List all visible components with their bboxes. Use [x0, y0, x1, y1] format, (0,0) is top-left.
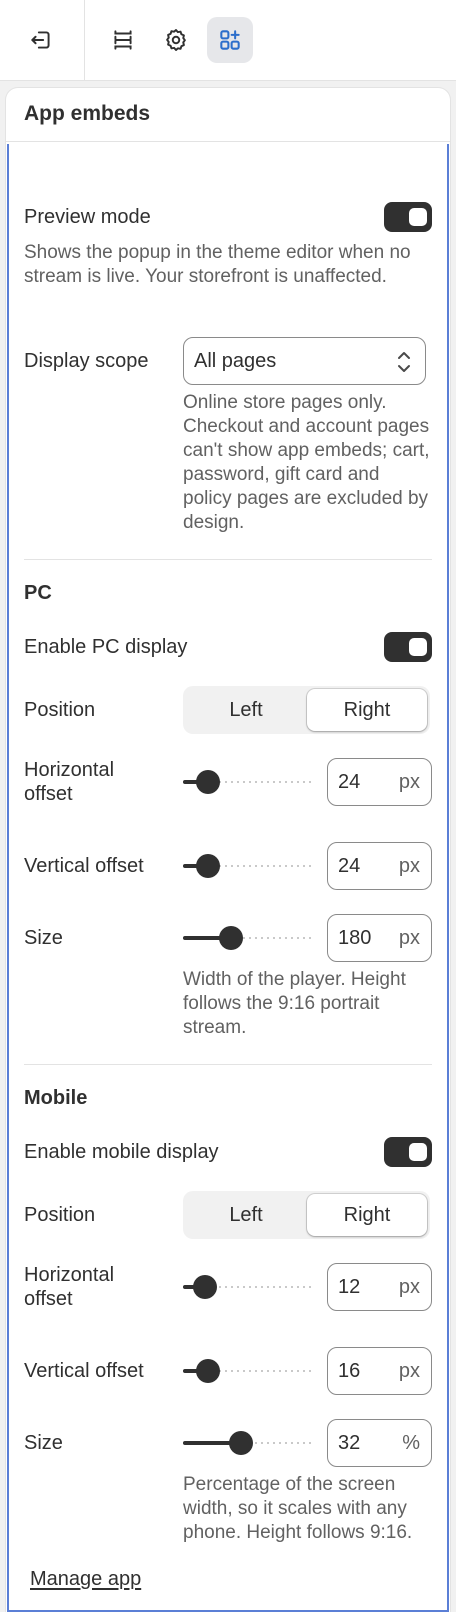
mobile-size-help: Percentage of the screen width, so it sc…	[183, 1474, 413, 1543]
display-scope-select[interactable]: All pages	[183, 337, 426, 385]
exit-icon	[31, 31, 50, 49]
mobile-v-offset-value: 16	[338, 1360, 361, 1382]
pc-position-control: Left Right	[183, 686, 430, 734]
sections-button[interactable]	[100, 17, 146, 63]
app-embeds-icon	[220, 30, 240, 50]
pc-enable-label: Enable PC display	[24, 636, 188, 658]
pc-size-unit: px	[398, 927, 420, 949]
preview-mode-label: Preview mode	[24, 206, 151, 228]
mobile-h-offset-input[interactable]: 12 px	[327, 1263, 432, 1311]
mobile-h-offset-slider[interactable]	[183, 1274, 315, 1300]
slider-knob[interactable]	[229, 1431, 254, 1455]
mobile-position-right[interactable]: Right	[307, 1194, 427, 1236]
section-divider	[24, 559, 432, 560]
mobile-enable-label: Enable mobile display	[24, 1141, 219, 1163]
sections-icon	[114, 30, 132, 50]
pc-v-offset-value: 24	[338, 855, 361, 877]
pc-size-input[interactable]: 180 px	[327, 914, 432, 962]
mobile-size-label: Size	[24, 1432, 63, 1454]
pc-h-offset-value: 24	[338, 771, 361, 793]
mobile-size-value: 32	[338, 1432, 361, 1454]
panel-header: App embeds	[6, 88, 450, 142]
mobile-heading: Mobile	[24, 1087, 88, 1109]
pc-h-offset-input[interactable]: 24 px	[327, 758, 432, 806]
pc-heading: PC	[24, 582, 52, 604]
pc-v-offset-unit: px	[398, 855, 420, 877]
mobile-v-offset-label: Vertical offset	[24, 1360, 144, 1382]
preview-mode-help: Shows the popup in the theme editor when…	[24, 242, 411, 287]
pc-size-value: 180	[338, 927, 372, 949]
mobile-position-label: Position	[24, 1204, 96, 1226]
mobile-size-unit: %	[402, 1432, 420, 1454]
pc-v-offset-slider[interactable]	[183, 853, 315, 879]
mobile-position-left[interactable]: Left	[186, 1194, 306, 1236]
pc-enable-toggle[interactable]	[384, 632, 432, 662]
mobile-v-offset-unit: px	[398, 1360, 420, 1382]
display-scope-value: All pages	[194, 350, 277, 372]
mobile-size-input[interactable]: 32 %	[327, 1419, 432, 1467]
slider-knob[interactable]	[196, 770, 221, 794]
manage-app-link[interactable]: Manage app	[30, 1568, 141, 1591]
pc-position-left[interactable]: Left	[186, 689, 306, 731]
pc-position-label: Position	[24, 699, 96, 721]
toolbar-divider	[84, 0, 85, 81]
mobile-h-offset-label: Horizontal offset	[24, 1264, 115, 1310]
pc-v-offset-input[interactable]: 24 px	[327, 842, 432, 890]
mobile-v-offset-input[interactable]: 16 px	[327, 1347, 432, 1395]
mobile-position-control: Left Right	[183, 1191, 430, 1239]
exit-button[interactable]	[18, 17, 64, 63]
display-scope-help: Online store pages only. Checkout and ac…	[183, 392, 430, 533]
pc-size-slider[interactable]	[183, 925, 315, 951]
pc-h-offset-unit: px	[398, 771, 420, 793]
app-embeds-button[interactable]	[207, 17, 253, 63]
slider-knob[interactable]	[193, 1275, 218, 1299]
settings-button[interactable]	[153, 17, 199, 63]
pc-h-offset-label: Horizontal offset	[24, 759, 115, 805]
section-divider	[24, 1064, 432, 1065]
pc-h-offset-slider[interactable]	[183, 769, 315, 795]
mobile-h-offset-unit: px	[398, 1276, 420, 1298]
pc-size-help: Width of the player. Height follows the …	[183, 969, 406, 1038]
top-toolbar	[0, 0, 456, 81]
mobile-v-offset-slider[interactable]	[183, 1358, 315, 1384]
mobile-enable-toggle[interactable]	[384, 1137, 432, 1167]
panel-title: App embeds	[24, 102, 151, 125]
pc-size-label: Size	[24, 927, 63, 949]
pc-v-offset-label: Vertical offset	[24, 855, 144, 877]
slider-knob[interactable]	[218, 926, 243, 950]
pc-position-right[interactable]: Right	[307, 689, 427, 731]
gear-icon	[166, 29, 186, 51]
display-scope-label: Display scope	[24, 350, 149, 372]
chevron-up-down-icon	[398, 352, 410, 372]
slider-knob[interactable]	[196, 854, 221, 878]
preview-mode-toggle[interactable]	[384, 202, 432, 232]
slider-knob[interactable]	[196, 1359, 221, 1383]
mobile-size-slider[interactable]	[183, 1430, 315, 1456]
mobile-h-offset-value: 12	[338, 1276, 361, 1298]
